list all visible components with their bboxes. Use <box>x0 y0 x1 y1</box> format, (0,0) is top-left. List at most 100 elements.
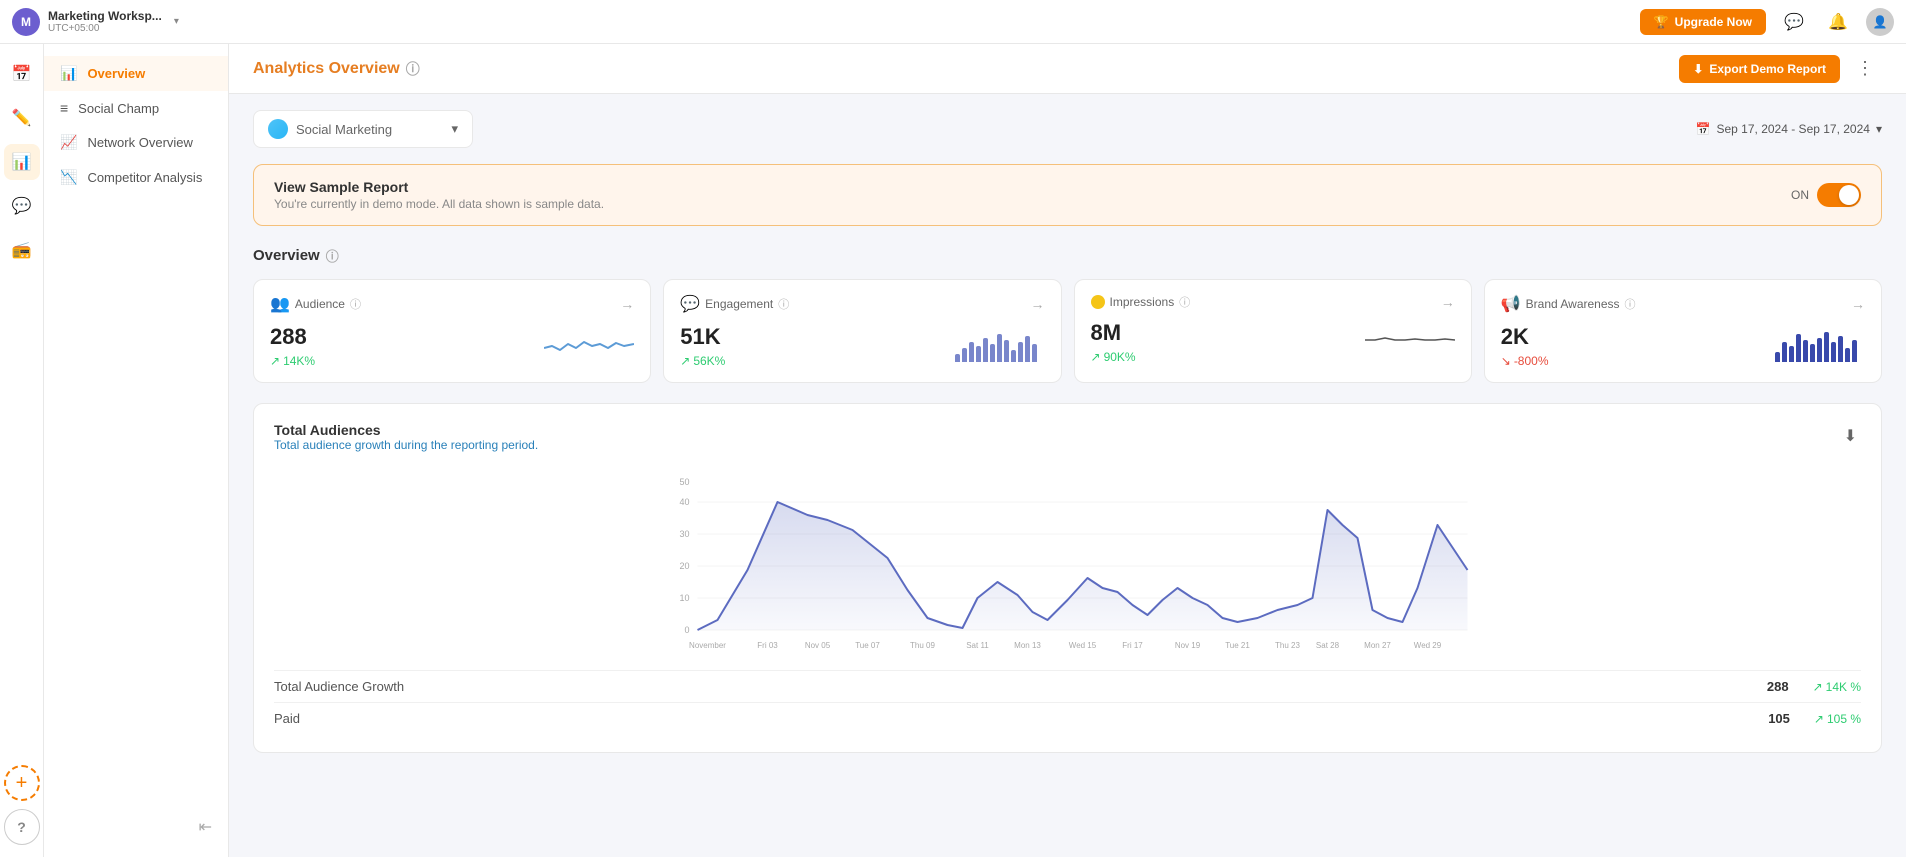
svg-text:Sat 28: Sat 28 <box>1316 641 1340 650</box>
svg-text:Fri 17: Fri 17 <box>1122 641 1143 650</box>
svg-text:Nov 19: Nov 19 <box>1175 641 1201 650</box>
collapse-sidebar-button[interactable]: ⇤ <box>44 809 228 845</box>
account-selector[interactable]: Social Marketing ▾ <box>253 110 473 148</box>
audience-label: 👥 Audience ⓘ <box>270 294 361 314</box>
impressions-arrow-icon[interactable]: → <box>1441 294 1455 310</box>
sidebar-icon-analytics[interactable]: 📊 <box>4 144 40 180</box>
bar-2 <box>962 348 967 362</box>
audience-card: 👥 Audience ⓘ → 288 ↗ 14K% <box>253 279 651 383</box>
overview-section-title: Overview ⓘ <box>253 246 1882 265</box>
bar-9 <box>1011 350 1016 362</box>
content-area: Social Marketing ▾ 📅 Sep 17, 2024 - Sep … <box>229 94 1906 789</box>
overview-title-text: Overview <box>253 247 320 264</box>
brand-help-icon[interactable]: ⓘ <box>1625 296 1636 312</box>
audience-up-arrow-icon: ↗ <box>270 354 280 368</box>
svg-text:Fri 03: Fri 03 <box>757 641 778 650</box>
sidebar-item-overview[interactable]: 📊 Overview <box>44 56 228 91</box>
upgrade-button[interactable]: 🏆 Upgrade Now <box>1640 9 1766 35</box>
workspace-section: M Marketing Worksp... UTC+05:00 ▾ <box>12 8 179 36</box>
impressions-card: Impressions ⓘ → 8M ↗ 90K% <box>1074 279 1472 383</box>
total-audiences-chart-svg: 0 10 20 30 40 50 <box>274 470 1861 670</box>
brand-value: 2K <box>1501 324 1549 350</box>
engagement-label: 💬 Engagement ⓘ <box>680 294 789 314</box>
chart-download-button[interactable]: ⬇ <box>1840 422 1861 450</box>
sidebar-icon-listen[interactable]: 📻 <box>4 232 40 268</box>
demo-toggle-switch[interactable] <box>1817 183 1861 207</box>
audience-arrow-icon[interactable]: → <box>620 296 634 312</box>
sidebar-item-network-overview[interactable]: 📈 Network Overview <box>44 125 228 160</box>
download-icon: ⬇ <box>1693 62 1703 76</box>
impressions-metric-row: 8M ↗ 90K% <box>1091 320 1455 364</box>
sidebar-icon-compose[interactable]: ✏️ <box>4 100 40 136</box>
table-total-values: 288 ↗ 14K % <box>1767 679 1861 694</box>
brand-arrow-icon[interactable]: → <box>1851 296 1865 312</box>
date-range-picker[interactable]: 📅 Sep 17, 2024 - Sep 17, 2024 ▾ <box>1696 122 1882 136</box>
top-nav: M Marketing Worksp... UTC+05:00 ▾ 🏆 Upgr… <box>0 0 1906 44</box>
help-button[interactable]: ? <box>4 809 40 845</box>
calendar-icon: 📅 <box>1696 122 1711 136</box>
engagement-arrow-icon[interactable]: → <box>1031 296 1045 312</box>
engagement-help-icon[interactable]: ⓘ <box>778 296 789 312</box>
date-chevron-icon: ▾ <box>1876 122 1882 136</box>
impressions-help-icon[interactable]: ⓘ <box>1179 294 1190 310</box>
engagement-card: 💬 Engagement ⓘ → 51K ↗ 56K% <box>663 279 1061 383</box>
engagement-bar-chart <box>955 330 1045 362</box>
workspace-dropdown-icon[interactable]: ▾ <box>174 16 179 27</box>
filter-bar: Social Marketing ▾ 📅 Sep 17, 2024 - Sep … <box>253 110 1882 148</box>
svg-text:Wed 29: Wed 29 <box>1414 641 1442 650</box>
bar-12 <box>1032 344 1037 362</box>
export-button[interactable]: ⬇ Export Demo Report <box>1679 55 1840 83</box>
brand-bar-3 <box>1789 346 1794 362</box>
chart-card-header: Total Audiences Total audience growth du… <box>274 422 1861 466</box>
page-header: Analytics Overview ⓘ ⬇ Export Demo Repor… <box>229 44 1906 94</box>
workspace-info: Marketing Worksp... UTC+05:00 <box>48 9 162 34</box>
nav-sidebar: 📊 Overview ≡ Social Champ 📈 Network Over… <box>44 44 229 857</box>
sidebar-item-social-champ[interactable]: ≡ Social Champ <box>44 91 228 125</box>
table-value-total: 288 <box>1767 679 1789 694</box>
demo-banner-title: View Sample Report <box>274 179 604 195</box>
engagement-card-header: 💬 Engagement ⓘ → <box>680 294 1044 314</box>
impressions-change: ↗ 90K% <box>1091 350 1136 364</box>
account-name: Social Marketing <box>296 122 443 137</box>
sidebar-item-competitor-label: Competitor Analysis <box>87 170 202 185</box>
demo-toggle-area: ON <box>1791 183 1861 207</box>
add-account-button[interactable]: + <box>4 765 40 801</box>
sidebar-icon-calendar[interactable]: 📅 <box>4 56 40 92</box>
brand-metric-row: 2K ↘ -800% <box>1501 324 1865 368</box>
demo-mode-banner: View Sample Report You're currently in d… <box>253 164 1882 226</box>
overview-help-icon[interactable]: ⓘ <box>326 246 339 265</box>
table-row-paid: Paid 105 ↗ 105 % <box>274 702 1861 734</box>
more-options-button[interactable]: ⋮ <box>1848 54 1882 83</box>
audience-icon: 👥 <box>270 294 290 314</box>
audience-help-icon[interactable]: ⓘ <box>350 296 361 312</box>
competitor-icon: 📉 <box>60 169 77 186</box>
svg-text:0: 0 <box>684 625 689 635</box>
svg-text:50: 50 <box>679 477 689 487</box>
impressions-value-area: 8M ↗ 90K% <box>1091 320 1136 364</box>
page-title-help-icon[interactable]: ⓘ <box>406 59 420 79</box>
table-label-paid: Paid <box>274 711 300 726</box>
engagement-metric-row: 51K ↗ 56K% <box>680 324 1044 368</box>
brand-awareness-card: 📢 Brand Awareness ⓘ → 2K ↘ -800% <box>1484 279 1882 383</box>
svg-text:Wed 15: Wed 15 <box>1069 641 1097 650</box>
messages-button[interactable]: 💬 <box>1778 6 1810 38</box>
impressions-chart <box>1365 324 1455 361</box>
audience-value: 288 <box>270 324 315 350</box>
table-change-total: ↗ 14K % <box>1813 680 1861 694</box>
svg-text:20: 20 <box>679 561 689 571</box>
chart-subtitle: Total audience growth during the reporti… <box>274 438 538 452</box>
brand-bar-4 <box>1796 334 1801 362</box>
demo-banner-subtitle: You're currently in demo mode. All data … <box>274 197 604 211</box>
impressions-value: 8M <box>1091 320 1136 346</box>
user-avatar[interactable]: 👤 <box>1866 8 1894 36</box>
icon-sidebar-bottom: + ? <box>4 765 40 845</box>
bell-icon: 🔔 <box>1828 12 1848 32</box>
collapse-icon: ⇤ <box>199 817 212 837</box>
sidebar-icon-engage[interactable]: 💬 <box>4 188 40 224</box>
engagement-icon: 💬 <box>680 294 700 314</box>
dropdown-chevron-icon: ▾ <box>451 121 458 137</box>
engagement-change: ↗ 56K% <box>680 354 725 368</box>
sidebar-item-competitor[interactable]: 📉 Competitor Analysis <box>44 160 228 195</box>
notifications-button[interactable]: 🔔 <box>1822 6 1854 38</box>
impressions-label: Impressions ⓘ <box>1091 294 1191 310</box>
